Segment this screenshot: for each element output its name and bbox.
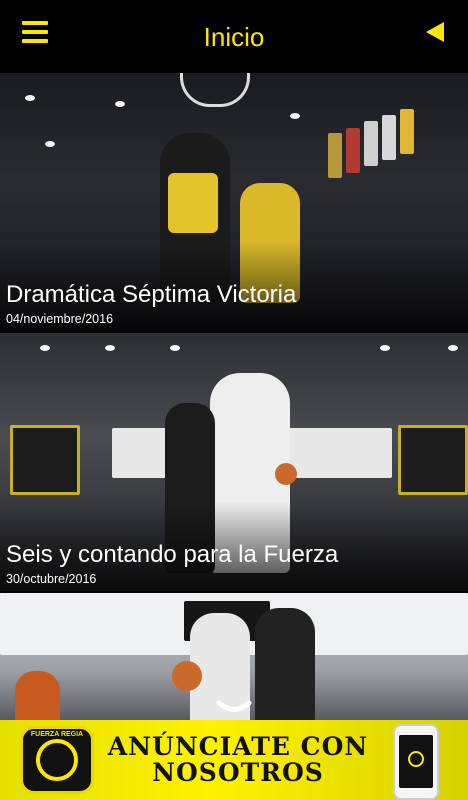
ad-text: ANÚNCIATE CON NOSOTROS (104, 734, 372, 786)
player-jersey (168, 173, 218, 233)
arena-banner (382, 115, 396, 160)
arena-light (448, 345, 458, 351)
news-card-1[interactable]: Dramática Séptima Victoria 04/noviembre/… (0, 73, 468, 331)
news-date: 04/noviembre/2016 (6, 312, 114, 326)
arena-light (105, 345, 115, 351)
basketball (275, 463, 297, 485)
arena-banner (400, 109, 414, 154)
chevron-down-icon[interactable] (216, 700, 252, 714)
arena-banner (346, 128, 360, 173)
arena-banner (328, 133, 342, 178)
news-title: Seis y contando para la Fuerza (6, 541, 339, 568)
arena-light (25, 95, 35, 101)
team-banner (10, 425, 80, 495)
back-triangle-icon[interactable] (426, 22, 444, 42)
ad-banner[interactable]: FUERZA REGIA ANÚNCIATE CON NOSOTROS (0, 720, 468, 800)
arena-banner (364, 121, 378, 166)
news-date: 30/octubre/2016 (6, 572, 97, 586)
arena-light (170, 345, 180, 351)
arena-light (290, 113, 300, 119)
logo-text: FUERZA REGIA (30, 731, 84, 738)
arena-light (380, 345, 390, 351)
basketball-icon (36, 739, 78, 781)
team-banner (398, 425, 468, 495)
news-card-2[interactable]: Seis y contando para la Fuerza 30/octubr… (0, 333, 468, 591)
phone-screen (399, 735, 433, 788)
basketball (172, 661, 202, 691)
arena-light (40, 345, 50, 351)
top-bar: Inicio (0, 0, 468, 73)
page-title: Inicio (203, 22, 265, 52)
arena-light (115, 101, 125, 107)
basketball-hoop (180, 73, 250, 107)
ad-line-2: NOSOTROS (152, 758, 324, 787)
phone-icon (393, 724, 439, 800)
ad-line-1: ANÚNCIATE CON (107, 732, 369, 761)
fuerza-regia-logo: FUERZA REGIA (20, 726, 94, 794)
news-title: Dramática Séptima Victoria (6, 281, 297, 308)
basketball-icon (408, 751, 424, 767)
arena-light (45, 141, 55, 147)
player-silhouette (15, 671, 60, 720)
player-silhouette (255, 608, 315, 720)
